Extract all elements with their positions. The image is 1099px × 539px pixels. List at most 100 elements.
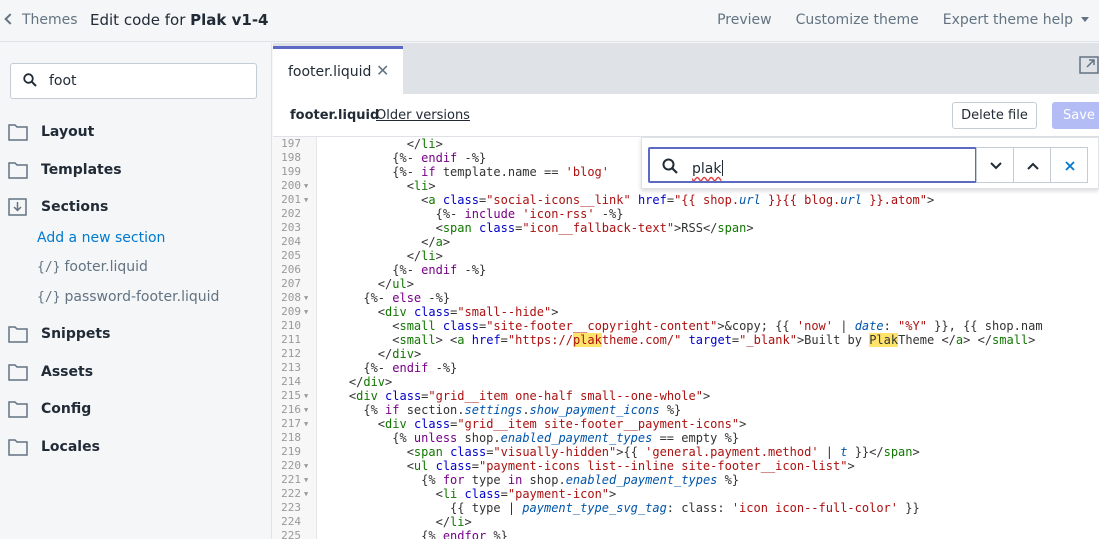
folder-templates[interactable]: Templates — [8, 161, 122, 179]
line-number: 198 — [281, 151, 301, 164]
find-close-button[interactable] — [1050, 147, 1088, 183]
expert-help-label: Expert theme help — [942, 12, 1073, 28]
chevron-left-icon — [4, 13, 16, 25]
code-line: <li> — [320, 179, 436, 193]
code-line: {% unless shop.enabled_payment_types == … — [320, 431, 740, 445]
line-number: 203 — [281, 221, 301, 234]
fold-toggle-icon[interactable]: ▼ — [304, 459, 308, 473]
file-item-password-footer[interactable]: {/} password-footer.liquid — [37, 289, 219, 305]
fold-toggle-icon[interactable]: ▼ — [304, 389, 308, 403]
fold-toggle-icon[interactable]: ▼ — [304, 473, 308, 487]
folder-icon — [8, 364, 28, 381]
line-number: 207 — [281, 277, 301, 290]
back-to-themes-link[interactable]: Themes — [4, 12, 78, 28]
folder-layout[interactable]: Layout — [8, 123, 94, 141]
code-line: </li> — [320, 137, 443, 151]
code-line: <div class="small--hide"> — [320, 305, 559, 319]
folder-open-icon — [8, 198, 27, 216]
fold-toggle-icon[interactable]: ▼ — [304, 291, 308, 305]
code-line: {%- endif -%} — [320, 263, 487, 277]
fold-toggle-icon[interactable]: ▼ — [304, 305, 308, 319]
older-versions-link[interactable]: Older versions — [376, 108, 470, 123]
code-line: </li> — [320, 515, 472, 529]
title-prefix: Edit code for — [90, 11, 191, 29]
line-number: 217 — [281, 417, 301, 430]
line-number: 220 — [281, 459, 301, 472]
code-line: <a class="social-icons__link" href="{{ s… — [320, 193, 935, 207]
delete-file-button[interactable]: Delete file — [952, 102, 1037, 129]
line-number: 201 — [281, 193, 301, 206]
title-theme-name: Plak v1-4 — [190, 11, 269, 29]
folder-snippets[interactable]: Snippets — [8, 325, 110, 343]
folder-sections[interactable]: Sections — [8, 198, 108, 216]
close-icon[interactable]: ✕ — [376, 61, 389, 80]
code-line: <ul class="payment-icons list--inline si… — [320, 459, 855, 473]
code-line: {% endfor %} — [320, 529, 508, 539]
expand-icon[interactable] — [1079, 53, 1099, 75]
fold-toggle-icon[interactable]: ▼ — [304, 193, 308, 207]
folder-label: Snippets — [41, 326, 111, 342]
line-number: 202 — [281, 207, 301, 220]
close-icon — [1065, 161, 1075, 171]
code-line: <small> <a href="https://plaktheme.com/"… — [320, 333, 1036, 347]
editor-tabs: footer.liquid ✕ — [273, 43, 1099, 94]
file-search-value: foot — [49, 73, 77, 89]
preview-link[interactable]: Preview — [717, 12, 772, 28]
line-number: 199 — [281, 165, 301, 178]
folder-icon — [8, 162, 28, 179]
fold-toggle-icon[interactable]: ▼ — [304, 403, 308, 417]
liquid-file-icon: {/} — [37, 260, 61, 275]
code-line: {%- else -%} — [320, 291, 451, 305]
code-line: <li class="payment-icon"> — [320, 487, 617, 501]
folder-label: Config — [41, 401, 92, 417]
expert-theme-help-dropdown[interactable]: Expert theme help — [943, 12, 1089, 28]
folder-config[interactable]: Config — [8, 400, 91, 418]
folder-label: Sections — [41, 199, 109, 215]
line-number: 211 — [281, 333, 301, 346]
page-title: Edit code for Plak v1-4 — [90, 11, 269, 29]
line-number: 222 — [281, 487, 301, 500]
folder-label: Templates — [41, 162, 122, 178]
folder-label: Locales — [41, 439, 100, 455]
code-line: </ul> — [320, 277, 414, 291]
chevron-up-icon — [1027, 162, 1039, 170]
line-number: 204 — [281, 235, 301, 248]
code-line: {%- endif -%} — [320, 151, 487, 165]
find-panel: plak — [641, 137, 1099, 189]
code-editor[interactable]: 197 </li> 198 {%- endif -%} 199 {%- if t… — [273, 137, 1099, 539]
code-line: <small class="site-footer__copyright-con… — [320, 319, 1043, 333]
file-item-footer[interactable]: {/} footer.liquid — [37, 259, 148, 275]
line-number: 209 — [281, 305, 301, 318]
code-line: {% for type in shop.enabled_payment_type… — [320, 473, 740, 487]
code-line: {{ type | payment_type_svg_tag: class: '… — [320, 501, 920, 515]
folder-icon — [8, 124, 28, 141]
fold-toggle-icon[interactable]: ▼ — [304, 487, 308, 501]
customize-theme-link[interactable]: Customize theme — [796, 12, 919, 28]
find-next-button[interactable] — [976, 147, 1014, 183]
line-number: 208 — [281, 291, 301, 304]
fold-toggle-icon[interactable]: ▼ — [304, 417, 308, 431]
line-number: 206 — [281, 263, 301, 276]
find-input[interactable]: plak — [648, 147, 977, 183]
liquid-file-icon: {/} — [37, 290, 61, 305]
line-number: 215 — [281, 389, 301, 402]
folder-locales[interactable]: Locales — [8, 438, 100, 456]
tab-footer-liquid[interactable]: footer.liquid ✕ — [273, 46, 403, 94]
fold-toggle-icon[interactable]: ▼ — [304, 179, 308, 193]
add-new-section-link[interactable]: Add a new section — [37, 230, 165, 246]
back-label: Themes — [22, 12, 78, 28]
code-line: <span class="icon__fallback-text">RSS</s… — [320, 221, 754, 235]
file-search-input[interactable]: foot — [10, 63, 257, 99]
save-button[interactable]: Save — [1052, 102, 1099, 129]
folder-icon — [8, 439, 28, 456]
text-cursor — [722, 160, 724, 176]
file-label: password-footer.liquid — [64, 289, 220, 305]
file-bar: footer.liquid Older versions Delete file… — [273, 94, 1099, 137]
folder-label: Layout — [41, 124, 95, 140]
search-icon — [23, 73, 37, 87]
find-text: plak — [692, 161, 722, 177]
code-line: <span class="visually-hidden">{{ 'genera… — [320, 445, 920, 459]
find-previous-button[interactable] — [1013, 147, 1051, 183]
line-number: 221 — [281, 473, 301, 486]
folder-assets[interactable]: Assets — [8, 363, 93, 381]
